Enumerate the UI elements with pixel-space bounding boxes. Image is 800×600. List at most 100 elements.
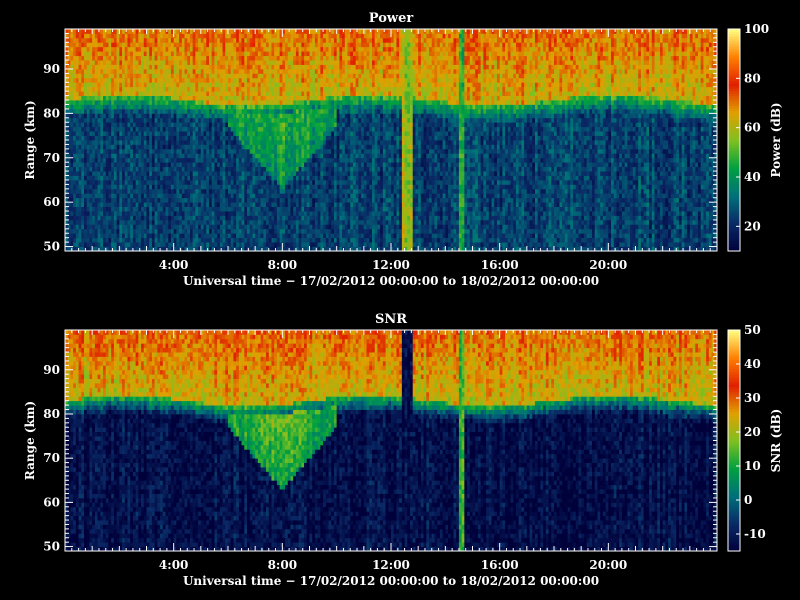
- heatmap-cell: [320, 158, 323, 163]
- heatmap-cell: [209, 167, 212, 172]
- heatmap-cell: [108, 42, 111, 47]
- heatmap-cell: [282, 82, 285, 87]
- heatmap-cell: [179, 193, 182, 198]
- heatmap-cell: [263, 144, 266, 149]
- heatmap-cell: [119, 149, 122, 154]
- heatmap-cell: [252, 144, 255, 149]
- heatmap-cell: [125, 180, 128, 185]
- heatmap-cell: [285, 215, 288, 220]
- heatmap-cell: [182, 91, 185, 96]
- heatmap-cell: [171, 189, 174, 194]
- heatmap-cell: [301, 220, 304, 225]
- heatmap-cell: [312, 189, 315, 194]
- heatmap-cell: [318, 136, 321, 141]
- heatmap-cell: [179, 91, 182, 96]
- heatmap-cell: [84, 91, 87, 96]
- heatmap-cell: [89, 96, 92, 101]
- heatmap-cell: [209, 176, 212, 181]
- heatmap-cell: [190, 242, 193, 247]
- heatmap-cell: [334, 202, 337, 207]
- heatmap-cell: [223, 207, 226, 212]
- heatmap-cell: [103, 42, 106, 47]
- heatmap-cell: [274, 104, 277, 109]
- heatmap-cell: [244, 104, 247, 109]
- heatmap-cell: [296, 82, 299, 87]
- heatmap-cell: [179, 87, 182, 92]
- heatmap-cell: [119, 220, 122, 225]
- heatmap-cell: [179, 189, 182, 194]
- heatmap-cell: [152, 144, 155, 149]
- heatmap-cell: [326, 56, 329, 61]
- heatmap-cell: [190, 87, 193, 92]
- heatmap-cell: [274, 198, 277, 203]
- heatmap-cell: [242, 215, 245, 220]
- heatmap-cell: [111, 42, 114, 47]
- heatmap-cell: [329, 33, 332, 38]
- heatmap-cell: [119, 51, 122, 56]
- heatmap-cell: [293, 82, 296, 87]
- heatmap-cell: [111, 109, 114, 114]
- heatmap-cell: [168, 65, 171, 70]
- heatmap-cell: [122, 65, 125, 70]
- heatmap-cell: [100, 69, 103, 74]
- heatmap-cell: [236, 171, 239, 176]
- heatmap-cell: [133, 122, 136, 127]
- heatmap-cell: [141, 238, 144, 243]
- heatmap-cell: [285, 149, 288, 154]
- heatmap-cell: [212, 171, 215, 176]
- heatmap-cell: [84, 176, 87, 181]
- heatmap-cell: [195, 118, 198, 123]
- heatmap-cell: [244, 56, 247, 61]
- heatmap-cell: [209, 153, 212, 158]
- heatmap-cell: [73, 100, 76, 105]
- heatmap-cell: [95, 78, 98, 83]
- heatmap-cell: [255, 180, 258, 185]
- heatmap-cell: [149, 229, 152, 234]
- heatmap-cell: [195, 198, 198, 203]
- heatmap-cell: [282, 127, 285, 132]
- heatmap-cell: [258, 113, 261, 118]
- heatmap-cell: [247, 96, 250, 101]
- heatmap-cell: [206, 238, 209, 243]
- heatmap-cell: [87, 38, 90, 43]
- heatmap-cell: [147, 87, 150, 92]
- heatmap-cell: [233, 131, 236, 136]
- heatmap-cell: [228, 109, 231, 114]
- heatmap-cell: [89, 136, 92, 141]
- heatmap-cell: [160, 180, 163, 185]
- heatmap-cell: [179, 65, 182, 70]
- heatmap-cell: [206, 202, 209, 207]
- heatmap-cell: [307, 158, 310, 163]
- heatmap-cell: [258, 162, 261, 167]
- heatmap-cell: [233, 140, 236, 145]
- heatmap-cell: [263, 198, 266, 203]
- heatmap-cell: [214, 73, 217, 78]
- heatmap-cell: [141, 47, 144, 52]
- heatmap-cell: [315, 207, 318, 212]
- heatmap-cell: [117, 198, 120, 203]
- heatmap-cell: [95, 158, 98, 163]
- heatmap-cell: [187, 38, 190, 43]
- heatmap-cell: [310, 220, 313, 225]
- heatmap-cell: [269, 100, 272, 105]
- heatmap-cell: [252, 149, 255, 154]
- heatmap-cell: [266, 47, 269, 52]
- heatmap-cell: [95, 202, 98, 207]
- heatmap-cell: [277, 193, 280, 198]
- heatmap-cell: [133, 82, 136, 87]
- heatmap-cell: [92, 158, 95, 163]
- heatmap-cell: [147, 202, 150, 207]
- heatmap-cell: [160, 171, 163, 176]
- heatmap-cell: [136, 104, 139, 109]
- heatmap-cell: [95, 229, 98, 234]
- heatmap-cell: [239, 242, 242, 247]
- heatmap-cell: [239, 153, 242, 158]
- heatmap-cell: [233, 136, 236, 141]
- heatmap-cell: [204, 78, 207, 83]
- heatmap-cell: [117, 91, 120, 96]
- heatmap-cell: [312, 144, 315, 149]
- heatmap-cell: [299, 189, 302, 194]
- heatmap-cell: [166, 87, 169, 92]
- heatmap-cell: [144, 122, 147, 127]
- heatmap-cell: [296, 104, 299, 109]
